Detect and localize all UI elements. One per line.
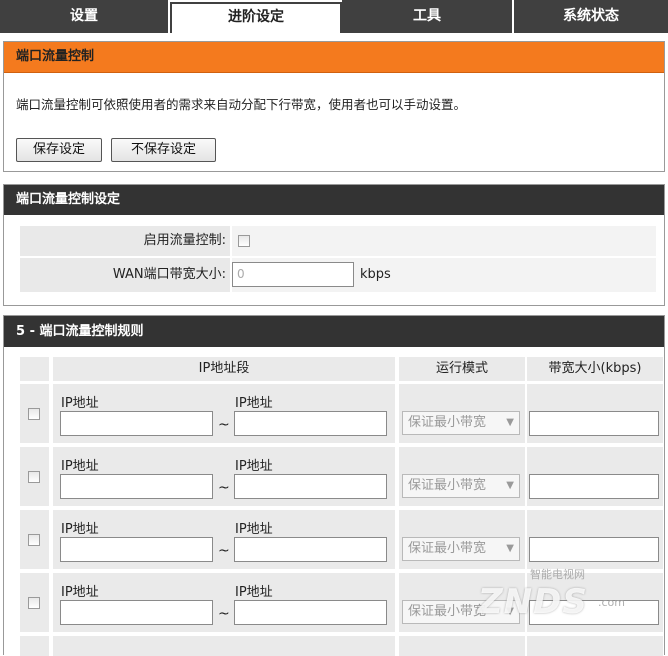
mode-select[interactable]: 保证最小带宽 ▼ (402, 537, 520, 561)
end-ip-input[interactable] (234, 474, 387, 499)
start-ip-input[interactable] (60, 474, 213, 499)
bandwidth-cell (527, 636, 663, 656)
row-select-checkbox[interactable] (28, 408, 40, 420)
start-ip-label: IP地址 (61, 522, 99, 537)
mode-cell: 保证最小带宽 ▼ (399, 384, 525, 443)
mode-select[interactable]: 保证最小带宽 ▼ (402, 474, 520, 498)
enable-row: 启用流量控制: (20, 226, 656, 256)
ip-range-cell: IP地址 ~ IP地址 (53, 447, 395, 506)
start-ip-label: IP地址 (61, 396, 99, 411)
select-cell (20, 384, 49, 443)
traffic-control-rules: 5 - 端口流量控制规则 IP地址段 运行模式 带宽大小(kbps) IP地址 … (3, 315, 665, 656)
tab-status[interactable]: 系统状态 (514, 0, 668, 33)
select-cell (20, 636, 49, 656)
mode-cell: 保证最小带宽 ▼ (399, 447, 525, 506)
wan-bandwidth-value-cell: 0 kbps (230, 258, 656, 292)
enable-value-cell (230, 226, 656, 256)
ip-range-cell (53, 636, 395, 656)
enable-label: 启用流量控制: (143, 233, 226, 248)
save-settings-button[interactable]: 保存设定 (16, 138, 102, 162)
chevron-down-icon: ▼ (506, 480, 514, 491)
row-select-checkbox[interactable] (28, 471, 40, 483)
row-select-checkbox[interactable] (28, 534, 40, 546)
wan-bandwidth-row: WAN端口带宽大小: 0 kbps (20, 258, 656, 292)
bandwidth-input[interactable] (529, 537, 659, 562)
section-title: 端口流量控制 (4, 42, 664, 73)
section-title: 端口流量控制设定 (4, 185, 664, 215)
select-cell (20, 447, 49, 506)
mode-select-value: 保证最小带宽 (408, 541, 487, 556)
chevron-down-icon: ▼ (506, 606, 514, 617)
bandwidth-column-header: 带宽大小(kbps) (527, 357, 663, 381)
tab-tools[interactable]: 工具 (342, 0, 514, 33)
end-ip-label: IP地址 (235, 396, 273, 411)
mode-column-header: 运行模式 (399, 357, 525, 381)
start-ip-input[interactable] (60, 537, 213, 562)
enable-traffic-control-checkbox[interactable] (238, 235, 250, 247)
range-separator: ~ (218, 606, 230, 622)
chevron-down-icon: ▼ (506, 417, 514, 428)
mode-select-value: 保证最小带宽 (408, 415, 487, 430)
end-ip-input[interactable] (234, 411, 387, 436)
end-ip-label: IP地址 (235, 459, 273, 474)
end-ip-label: IP地址 (235, 522, 273, 537)
tab-setup[interactable]: 设置 (0, 0, 170, 33)
bandwidth-cell (527, 510, 663, 569)
chevron-down-icon: ▼ (506, 543, 514, 554)
start-ip-label: IP地址 (61, 585, 99, 600)
end-ip-input[interactable] (234, 537, 387, 562)
range-separator: ~ (218, 480, 230, 496)
mode-select[interactable]: 保证最小带宽 ▼ (402, 411, 520, 435)
bandwidth-cell (527, 447, 663, 506)
mode-cell: 保证最小带宽 ▼ (399, 573, 525, 632)
wan-bandwidth-unit: kbps (360, 267, 391, 282)
mode-select[interactable]: 保证最小带宽 ▼ (402, 600, 520, 624)
start-ip-input[interactable] (60, 600, 213, 625)
wan-bandwidth-label: WAN端口带宽大小: (112, 267, 226, 282)
bandwidth-input[interactable] (529, 411, 659, 436)
bandwidth-input[interactable] (529, 474, 659, 499)
end-ip-label: IP地址 (235, 585, 273, 600)
select-column-header (20, 357, 49, 381)
top-tabs: 设置 进阶设定 工具 系统状态 (0, 0, 668, 33)
ip-range-cell: IP地址 ~ IP地址 (53, 510, 395, 569)
bandwidth-cell (527, 573, 663, 632)
mode-select-value: 保证最小带宽 (408, 604, 487, 619)
mode-select-value: 保证最小带宽 (408, 478, 487, 493)
mode-cell: 保证最小带宽 ▼ (399, 510, 525, 569)
select-cell (20, 510, 49, 569)
section-description: 端口流量控制可依照使用者的需求来自动分配下行带宽，使用者也可以手动设置。 (16, 97, 467, 112)
dont-save-settings-button[interactable]: 不保存设定 (111, 138, 216, 162)
select-cell (20, 573, 49, 632)
wan-bandwidth-input[interactable]: 0 (232, 262, 354, 287)
ip-range-cell: IP地址 ~ IP地址 (53, 573, 395, 632)
start-ip-input[interactable] (60, 411, 213, 436)
traffic-control-intro: 端口流量控制 端口流量控制可依照使用者的需求来自动分配下行带宽，使用者也可以手动… (3, 41, 665, 172)
range-separator: ~ (218, 417, 230, 433)
tab-advanced[interactable]: 进阶设定 (170, 2, 342, 33)
row-select-checkbox[interactable] (28, 597, 40, 609)
range-separator: ~ (218, 543, 230, 559)
traffic-control-settings: 端口流量控制设定 启用流量控制: WAN端口带宽大小: 0 kbps (3, 184, 665, 306)
ip-range-cell: IP地址 ~ IP地址 (53, 384, 395, 443)
bandwidth-input[interactable] (529, 600, 659, 625)
section-title: 5 - 端口流量控制规则 (4, 316, 664, 347)
mode-cell (399, 636, 525, 656)
ip-range-column-header: IP地址段 (53, 357, 395, 381)
bandwidth-cell (527, 384, 663, 443)
end-ip-input[interactable] (234, 600, 387, 625)
start-ip-label: IP地址 (61, 459, 99, 474)
